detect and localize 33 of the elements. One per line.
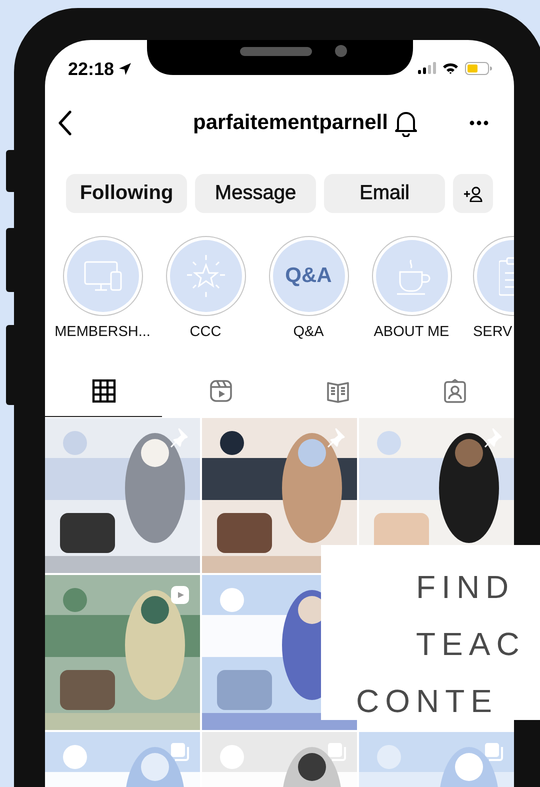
overlay-text: FIND xyxy=(416,568,516,607)
tagged-person-icon xyxy=(443,379,468,403)
highlight-label[interactable]: Q&A xyxy=(293,324,324,340)
carousel-icon xyxy=(169,741,191,763)
profile-username: parfaitementparnell xyxy=(193,111,388,135)
reels-icon xyxy=(208,379,233,403)
carousel-icon xyxy=(326,741,348,763)
grid-icon xyxy=(92,379,116,403)
reel-icon xyxy=(169,584,191,606)
add-person-icon xyxy=(463,186,483,202)
clipboard-icon xyxy=(499,256,514,296)
battery-icon xyxy=(465,62,492,74)
profile-action-button[interactable]: Email xyxy=(324,174,445,213)
location-arrow-icon xyxy=(118,62,132,76)
signal-icon xyxy=(418,62,436,74)
profile-action-button[interactable]: Following xyxy=(66,174,187,213)
status-time: 22:18 xyxy=(68,58,114,80)
profile-action-button[interactable]: Message xyxy=(195,174,316,213)
bell-icon[interactable] xyxy=(394,109,418,137)
overlay-text: TEAC xyxy=(416,625,526,664)
carousel-icon xyxy=(483,741,505,763)
highlight-label[interactable]: MEMBERSH... xyxy=(54,324,150,340)
guide-book-icon xyxy=(326,379,350,403)
highlight-cover[interactable]: Q&A xyxy=(268,236,348,316)
overlay-text: CONTE xyxy=(356,682,499,721)
wifi-icon xyxy=(442,62,459,74)
highlight-label[interactable]: CCC xyxy=(190,324,222,340)
more-icon[interactable] xyxy=(468,120,489,126)
back-icon[interactable] xyxy=(58,110,72,136)
highlight-cover-text: Q&A xyxy=(285,264,332,288)
add-person-button[interactable] xyxy=(453,174,493,213)
highlight-label[interactable]: ABOUT ME xyxy=(374,324,450,340)
highlight-label[interactable]: SERV xyxy=(473,324,512,340)
